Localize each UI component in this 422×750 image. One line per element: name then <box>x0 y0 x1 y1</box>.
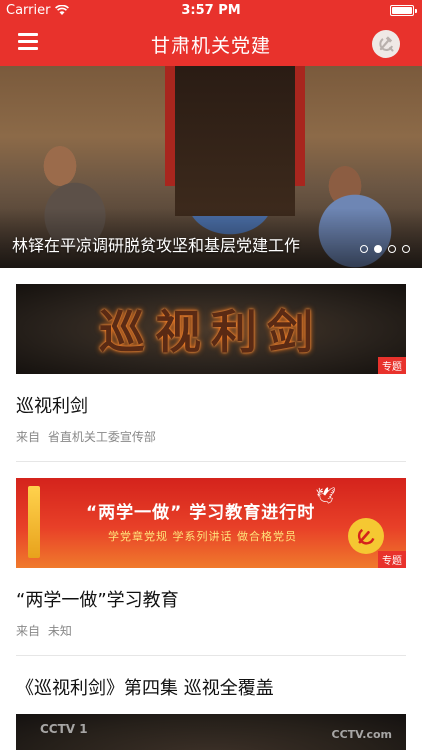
item-title[interactable]: “两学一做”学习教育 <box>16 586 406 612</box>
cctv-logo: CCTV 1 <box>40 722 88 736</box>
list-item[interactable]: 巡视利剑 专题 巡视利剑 来自 省直机关工委宣传部 <box>16 284 406 462</box>
carousel-dot[interactable] <box>388 245 396 253</box>
source-label: 来自 <box>16 624 41 638</box>
pillar-graphic <box>28 486 40 558</box>
item-title[interactable]: 巡视利剑 <box>16 392 406 418</box>
dove-icon: 🕊 <box>315 486 336 505</box>
source-name: 省直机关工委宣传部 <box>47 430 156 444</box>
carousel-dot[interactable] <box>402 245 410 253</box>
banner-caption[interactable]: 林铎在平凉调研脱贫攻坚和基层党建工作 <box>12 232 300 256</box>
page-title: 甘肃机关党建 <box>150 35 271 57</box>
topic-badge: 专题 <box>378 357 406 374</box>
battery-icon <box>390 5 417 16</box>
item-meta: 来自 省直机关工委宣传部 <box>16 428 406 445</box>
list-item[interactable]: 《巡视利剑》第四集 巡视全覆盖 CCTV 1 CCTV.com <box>16 674 406 750</box>
item-thumbnail[interactable]: 巡视利剑 专题 <box>16 284 406 374</box>
banner-decoration <box>295 66 305 186</box>
status-bar: Carrier 3:57 PM <box>0 0 422 22</box>
banner-decoration <box>165 66 175 186</box>
carousel-dot[interactable] <box>360 245 368 253</box>
item-title[interactable]: 《巡视利剑》第四集 巡视全覆盖 <box>16 674 406 700</box>
cctv-com-logo: CCTV.com <box>331 728 392 741</box>
thumbnail-title-text: 巡视利剑 <box>99 305 323 359</box>
thumbnail-subtitle: 学党章党规 学系列讲话 做合格党员 <box>108 530 297 543</box>
carousel-dot-active[interactable] <box>374 245 382 253</box>
item-thumbnail[interactable]: 🕊 “两学一做” 学习教育进行时 学党章党规 学系列讲话 做合格党员 专题 <box>16 478 406 568</box>
news-feed: 巡视利剑 专题 巡视利剑 来自 省直机关工委宣传部 🕊 “两学一做” 学习教育进… <box>0 268 422 750</box>
status-time: 3:57 PM <box>181 3 241 18</box>
source-label: 来自 <box>16 430 41 444</box>
nav-bar: 甘肃机关党建 <box>0 22 422 66</box>
carousel-page-indicator <box>360 245 410 253</box>
party-emblem-icon <box>348 518 384 554</box>
hammer-sickle-icon[interactable] <box>372 30 400 58</box>
topic-badge: 专题 <box>378 551 406 568</box>
item-thumbnail[interactable]: CCTV 1 CCTV.com <box>16 714 406 750</box>
list-item[interactable]: 🕊 “两学一做” 学习教育进行时 学党章党规 学系列讲话 做合格党员 专题 “两… <box>16 478 406 656</box>
item-meta: 来自 未知 <box>16 622 406 639</box>
thumbnail-headline: “两学一做” 学习教育进行时 <box>86 503 316 523</box>
banner-carousel[interactable]: 林铎在平凉调研脱贫攻坚和基层党建工作 <box>0 66 422 268</box>
source-name: 未知 <box>47 624 72 638</box>
banner-decoration <box>175 66 295 216</box>
